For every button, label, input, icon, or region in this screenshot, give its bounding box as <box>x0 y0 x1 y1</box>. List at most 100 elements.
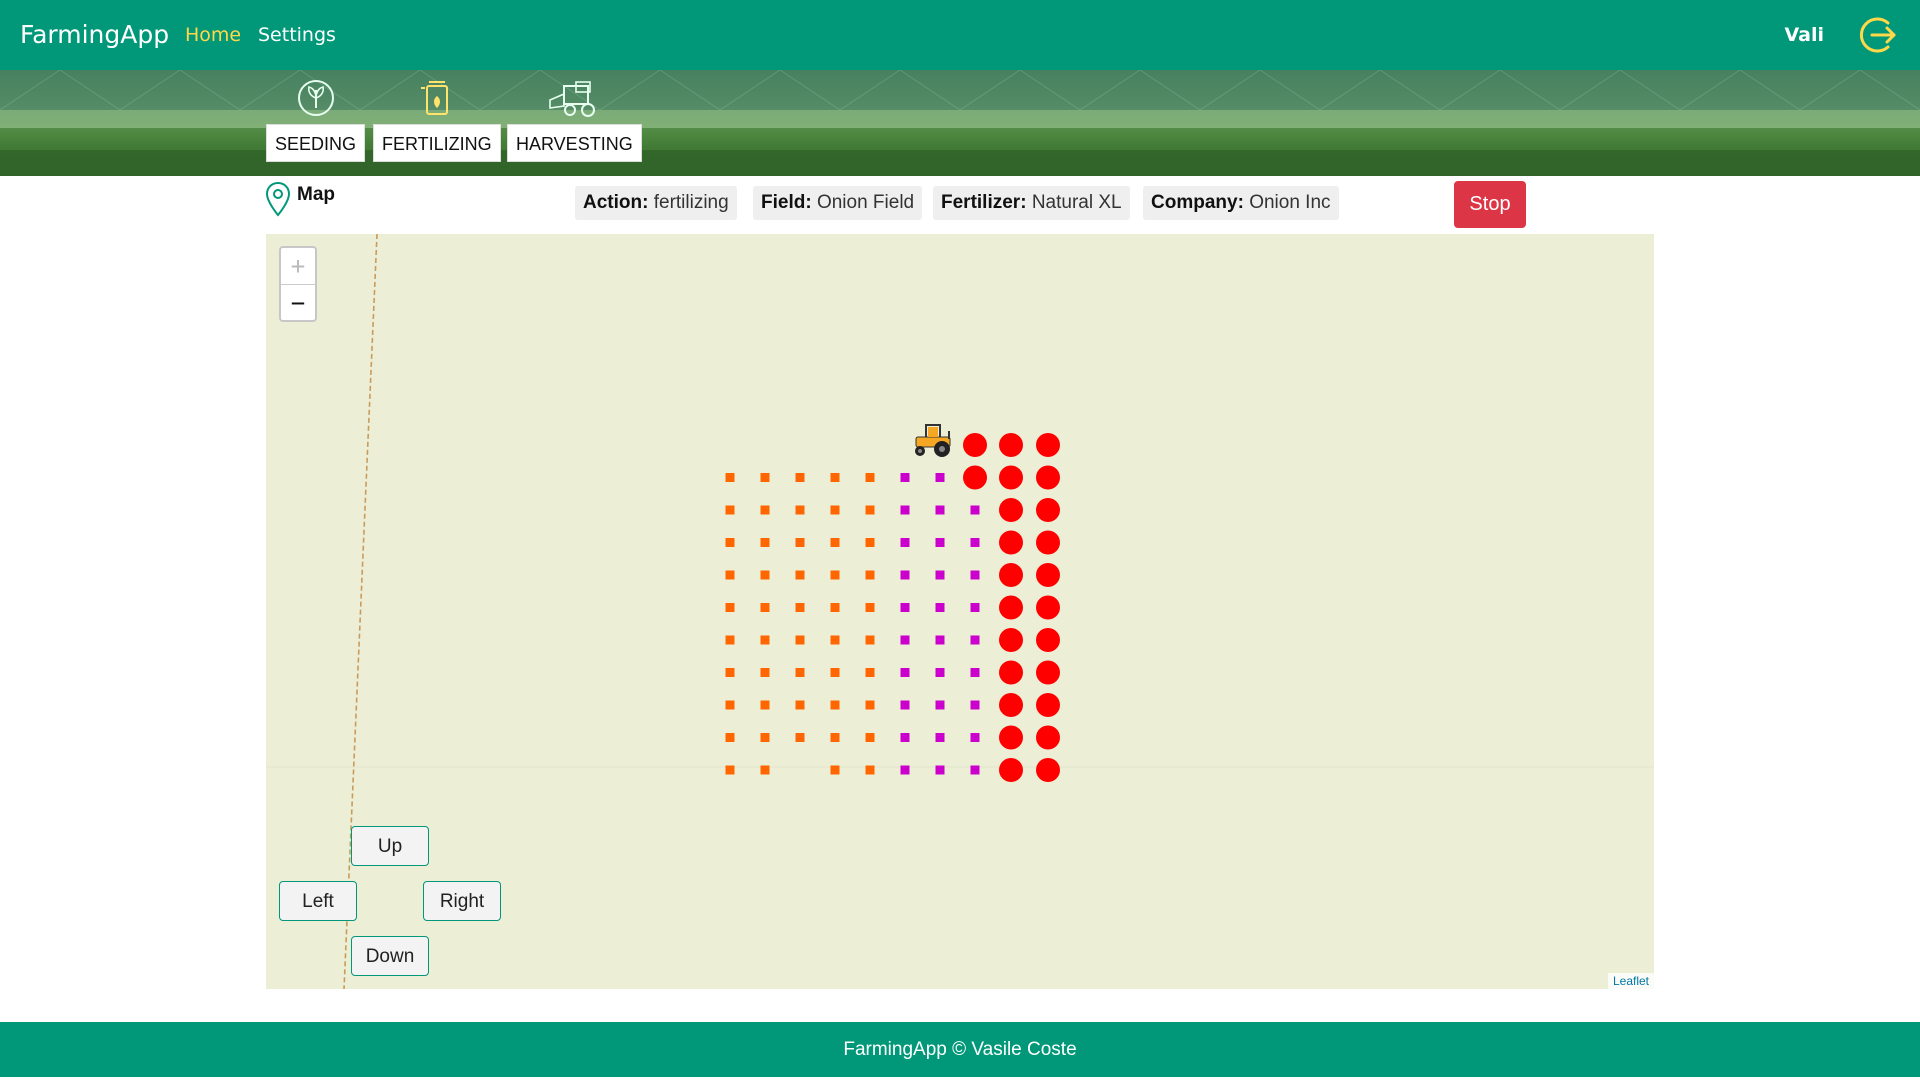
field-key: Field: <box>761 192 812 213</box>
action-value: fertilizing <box>653 192 729 213</box>
fertilized-point <box>900 733 910 742</box>
fertilized-point <box>970 538 980 547</box>
pending-point <box>999 725 1023 750</box>
field-banner: SEEDING FERTILIZING HARVESTING <box>0 70 1920 176</box>
field-dot-grid <box>725 433 1060 782</box>
seeded-point <box>795 538 805 547</box>
fertilized-point <box>935 538 945 547</box>
user-name: Vali <box>1784 24 1824 46</box>
pending-point <box>999 628 1023 652</box>
pending-point <box>1036 693 1060 717</box>
seeded-point <box>760 603 770 612</box>
fertilized-point <box>900 505 910 515</box>
move-up-button[interactable]: Up <box>351 826 429 866</box>
seeded-point <box>795 700 805 710</box>
seeded-point <box>725 570 735 580</box>
seeded-point <box>830 635 840 645</box>
seeded-point <box>760 505 770 515</box>
fertilized-point <box>935 505 945 515</box>
seeded-point <box>830 765 840 775</box>
field-value: Onion Field <box>816 192 915 213</box>
action-status-chip: Action: fertilizing <box>575 186 737 220</box>
fertilized-point <box>900 538 910 547</box>
fertilized-point <box>935 700 945 710</box>
seeded-point <box>795 505 805 515</box>
stop-button[interactable]: Stop <box>1454 181 1526 228</box>
fertilized-point <box>900 570 910 580</box>
pending-point <box>999 433 1023 457</box>
seeded-point <box>725 700 735 710</box>
fertilized-point <box>935 733 945 742</box>
seeded-point <box>865 668 875 677</box>
seeded-point <box>760 733 770 742</box>
seeding-button[interactable]: SEEDING <box>266 124 366 162</box>
pending-point <box>1036 628 1060 652</box>
pending-point <box>999 660 1023 685</box>
zoom-out-button[interactable]: − <box>281 285 315 321</box>
fertilizer-key: Fertilizer: <box>941 192 1027 213</box>
seeded-point <box>725 473 735 482</box>
pending-point <box>1036 758 1060 782</box>
seeded-point <box>830 668 840 677</box>
boundary-path <box>343 234 378 989</box>
fertilized-point <box>970 765 980 775</box>
seeded-point <box>865 635 875 645</box>
seeded-point <box>795 733 805 742</box>
move-left-button[interactable]: Left <box>279 881 357 921</box>
map-title: Map <box>297 184 335 205</box>
move-right-button[interactable]: Right <box>423 881 501 921</box>
seeded-point <box>795 668 805 677</box>
seeding-tile[interactable]: SEEDING <box>266 78 366 162</box>
fertilized-point <box>970 635 980 645</box>
nav-settings-link[interactable]: Settings <box>258 24 336 46</box>
field-map[interactable]: + − Up Left Right Down Leaflet <box>266 234 1654 989</box>
fertilized-point <box>970 668 980 677</box>
pending-point <box>963 465 987 490</box>
seeded-point <box>760 668 770 677</box>
pending-point <box>999 465 1023 490</box>
pending-point <box>999 595 1023 620</box>
fertilized-point <box>935 765 945 775</box>
nav-home-link[interactable]: Home <box>185 24 241 46</box>
zoom-in-button[interactable]: + <box>281 248 315 284</box>
move-down-button[interactable]: Down <box>351 936 429 976</box>
seeded-point <box>795 473 805 482</box>
seeded-point <box>830 473 840 482</box>
fertilized-point <box>970 733 980 742</box>
seeded-point <box>760 635 770 645</box>
pending-point <box>999 530 1023 555</box>
pending-point <box>1036 498 1060 522</box>
seeded-point <box>865 765 875 775</box>
seeded-point <box>830 700 840 710</box>
fertilizing-tile[interactable]: FERTILIZING <box>373 78 501 162</box>
seeded-point <box>865 473 875 482</box>
pending-point <box>1036 465 1060 490</box>
pending-point <box>1036 660 1060 685</box>
pending-point <box>1036 433 1060 457</box>
seeded-point <box>830 733 840 742</box>
field-status-chip: Field: Onion Field <box>753 186 923 220</box>
fertilizer-status-chip: Fertilizer: Natural XL <box>933 186 1130 220</box>
app-brand[interactable]: FarmingApp <box>20 20 169 49</box>
seeded-point <box>725 505 735 515</box>
seeded-point <box>865 538 875 547</box>
seeded-point <box>795 570 805 580</box>
seeded-point <box>725 733 735 742</box>
harvesting-tile[interactable]: HARVESTING <box>507 78 642 162</box>
seeded-point <box>760 765 770 775</box>
seeded-point <box>725 603 735 612</box>
pending-point <box>963 433 987 457</box>
harvesting-button[interactable]: HARVESTING <box>507 124 642 162</box>
seeded-point <box>830 603 840 612</box>
fertilized-point <box>900 668 910 677</box>
fertilizing-button[interactable]: FERTILIZING <box>373 124 501 162</box>
fertilizer-value: Natural XL <box>1031 192 1122 213</box>
seeded-point <box>865 505 875 515</box>
fertilized-point <box>935 668 945 677</box>
logout-icon[interactable] <box>1858 14 1900 56</box>
pending-point <box>999 563 1023 587</box>
leaflet-attribution[interactable]: Leaflet <box>1607 973 1654 989</box>
pending-point <box>999 498 1023 522</box>
seeded-point <box>830 570 840 580</box>
seeded-point <box>865 570 875 580</box>
